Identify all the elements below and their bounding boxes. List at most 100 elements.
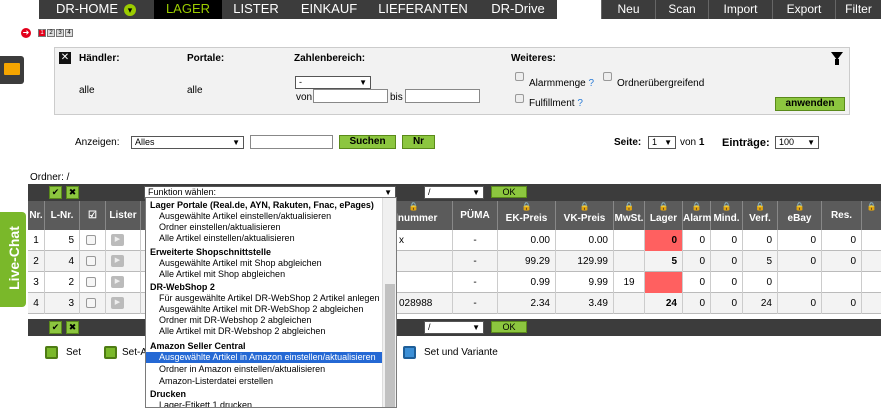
search-input[interactable] — [250, 135, 333, 149]
cell-mwst[interactable]: 19 — [614, 272, 645, 293]
portale-value[interactable]: alle — [187, 85, 203, 96]
ok-button[interactable]: OK — [491, 321, 527, 333]
nav-einkauf[interactable]: EINKAUF — [290, 0, 368, 19]
play-icon[interactable]: ▶ — [111, 276, 124, 288]
scrollbar-thumb[interactable] — [385, 284, 395, 407]
col-ebay[interactable]: 🔒 eBay — [778, 201, 822, 230]
page-link-1[interactable]: 1 — [38, 29, 46, 37]
chevron-down-icon[interactable]: ▾ — [124, 3, 137, 16]
uncheck-all-icon[interactable]: ✖ — [66, 186, 79, 199]
nav-filter[interactable]: Filter — [835, 0, 881, 19]
cell-alarm[interactable]: 0 — [683, 230, 711, 251]
col-mind[interactable]: 🔒 Mind. — [711, 201, 743, 230]
help-icon[interactable]: ? — [588, 78, 594, 89]
cell-vk-preis[interactable]: 3.49 — [556, 293, 614, 314]
dropdown-option[interactable]: Ordner einstellen/aktualisieren — [146, 222, 382, 233]
eintraege-select[interactable]: 100 ▼ — [775, 136, 819, 149]
search-button[interactable]: Suchen — [339, 135, 396, 149]
col-lager[interactable]: 🔒 Lager — [645, 201, 683, 230]
dropdown-scrollbar[interactable] — [382, 198, 396, 407]
dropdown-option[interactable]: Ausgewählte Artikel mit DR-WebShop 2 abg… — [146, 304, 382, 315]
folder-target-select[interactable]: / ▼ — [424, 186, 484, 199]
anzeigen-select[interactable]: Alles ▼ — [131, 136, 244, 149]
ok-button[interactable]: OK — [491, 186, 527, 198]
dropdown-option[interactable]: Amazon-Listerdatei erstellen — [146, 376, 382, 387]
play-icon[interactable]: ▶ — [111, 255, 124, 267]
col-alarm[interactable]: 🔒 Alarm — [683, 201, 711, 230]
folder-target-select[interactable]: / ▼ — [424, 321, 484, 334]
cell-alarm[interactable]: 0 — [683, 293, 711, 314]
nav-lager[interactable]: LAGER — [154, 0, 222, 19]
seite-select[interactable]: 1 ▼ — [648, 136, 676, 149]
nav-dr-drive[interactable]: DR-Drive — [478, 0, 558, 19]
page-link-4[interactable]: 4 — [65, 29, 73, 37]
close-icon[interactable]: ✕ — [59, 52, 71, 64]
cell-mwst[interactable] — [614, 251, 645, 272]
dropdown-option[interactable]: Ausgewählte Artikel einstellen/aktualisi… — [146, 211, 382, 222]
cell-mind[interactable]: 0 — [711, 293, 743, 314]
cell-ek-preis[interactable]: 0.99 — [498, 272, 556, 293]
check-all-icon[interactable]: ✔ — [49, 321, 62, 334]
folder-panel-toggle[interactable] — [0, 56, 24, 84]
dropdown-option[interactable]: Lager-Etikett 1 drucken — [146, 400, 382, 407]
page-link-3[interactable]: 3 — [56, 29, 64, 37]
row-checkbox[interactable] — [86, 298, 96, 308]
col-vk-preis[interactable]: 🔒 VK-Preis — [556, 201, 614, 230]
funktion-dropdown-list[interactable]: Lager Portale (Real.de, AYN, Rakuten, Fn… — [145, 197, 397, 408]
cell-alarm[interactable]: 0 — [683, 272, 711, 293]
dropdown-option[interactable]: Alle Artikel mit Shop abgleichen — [146, 269, 382, 280]
col-res[interactable]: Res. — [822, 201, 862, 230]
dropdown-option[interactable]: Ordner mit DR-Webshop 2 abgleichen — [146, 315, 382, 326]
play-icon[interactable]: ▶ — [111, 297, 124, 309]
row-checkbox[interactable] — [86, 277, 96, 287]
cell-vk-preis[interactable]: 0.00 — [556, 230, 614, 251]
play-icon[interactable]: ▶ — [111, 234, 124, 246]
alarmmenge-checkbox[interactable] — [515, 72, 524, 81]
dropdown-option-highlighted[interactable]: Ausgewählte Artikel in Amazon einstellen… — [146, 352, 382, 363]
col-lnr[interactable]: L-Nr. — [45, 201, 80, 230]
row-checkbox[interactable] — [86, 256, 96, 266]
apply-button[interactable]: anwenden — [775, 97, 845, 111]
haendler-value[interactable]: alle — [79, 85, 95, 96]
col-more[interactable]: 🔒 — [862, 201, 881, 230]
ordneruebergreifend-checkbox[interactable] — [603, 72, 612, 81]
help-icon[interactable]: ? — [577, 98, 583, 109]
row-checkbox[interactable] — [86, 235, 96, 245]
cell-mwst[interactable] — [614, 293, 645, 314]
cell-mwst[interactable] — [614, 230, 645, 251]
cell-lager[interactable]: 0 — [645, 230, 683, 251]
fulfillment-checkbox[interactable] — [515, 94, 524, 103]
dropdown-option[interactable]: Für ausgewählte Artikel DR-WebShop 2 Art… — [146, 293, 382, 304]
nav-lieferanten[interactable]: LIEFERANTEN — [368, 0, 478, 19]
nav-import[interactable]: Import — [708, 0, 772, 19]
cell-vk-preis[interactable]: 129.99 — [556, 251, 614, 272]
col-mwst[interactable]: 🔒 MwSt. — [614, 201, 645, 230]
arrow-right-icon[interactable]: ➜ — [21, 28, 31, 38]
nav-scan[interactable]: Scan — [655, 0, 708, 19]
dropdown-option[interactable]: Alle Artikel mit DR-Webshop 2 abgleichen — [146, 326, 382, 337]
live-chat-button[interactable]: Live-Chat — [0, 212, 26, 307]
cell-mind[interactable]: 0 — [711, 272, 743, 293]
cell-mind[interactable]: 0 — [711, 251, 743, 272]
dropdown-option[interactable]: Alle Artikel einstellen/aktualisieren — [146, 233, 382, 244]
nav-dr-home[interactable]: DR-HOME ▾ — [39, 0, 153, 19]
col-ek-preis[interactable]: 🔒 EK-Preis — [498, 201, 556, 230]
cell-mind[interactable]: 0 — [711, 230, 743, 251]
col-verf[interactable]: 🔒 Verf. — [743, 201, 778, 230]
nr-search-button[interactable]: Nr — [402, 135, 435, 149]
von-input[interactable] — [313, 89, 388, 103]
col-nr[interactable]: Nr. — [28, 201, 45, 230]
dropdown-option[interactable]: Ausgewählte Artikel mit Shop abgleichen — [146, 258, 382, 269]
page-link-2[interactable]: 2 — [47, 29, 55, 37]
bis-input[interactable] — [405, 89, 480, 103]
cell-lager[interactable]: 24 — [645, 293, 683, 314]
check-all-icon[interactable]: ✔ — [49, 186, 62, 199]
col-select-all[interactable]: ☑ — [80, 201, 106, 230]
nav-neu[interactable]: Neu — [601, 0, 655, 19]
cell-ek-preis[interactable]: 99.29 — [498, 251, 556, 272]
uncheck-all-icon[interactable]: ✖ — [66, 321, 79, 334]
cell-ek-preis[interactable]: 2.34 — [498, 293, 556, 314]
cell-ek-preis[interactable]: 0.00 — [498, 230, 556, 251]
cell-lager[interactable] — [645, 272, 683, 293]
col-lister[interactable]: Lister — [106, 201, 141, 230]
